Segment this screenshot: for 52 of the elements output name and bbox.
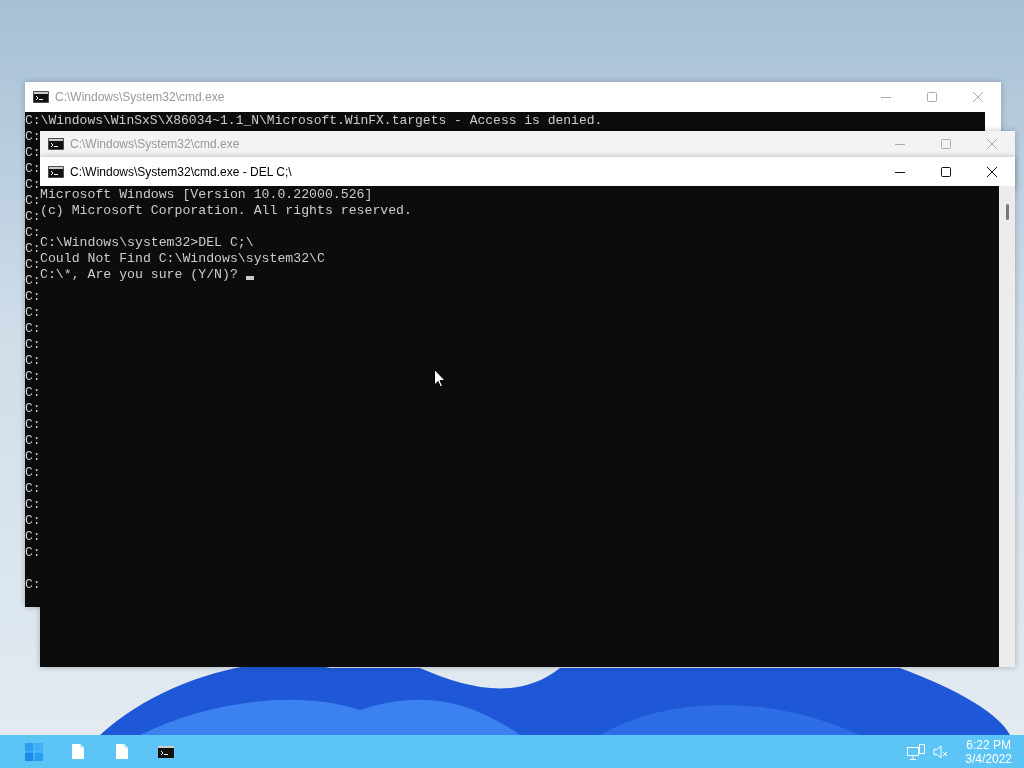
console-line: C:	[25, 129, 41, 144]
console-line: C:\Windows\system32>DEL C;\	[40, 235, 254, 250]
console-line: C:	[25, 465, 41, 480]
window-title: C:\Windows\System32\cmd.exe	[70, 136, 240, 153]
muted-speaker-icon[interactable]	[933, 743, 950, 760]
console-line: C:	[25, 177, 41, 192]
console-line: C:	[25, 433, 41, 448]
console-line: C:	[25, 257, 41, 272]
console-line: C:	[25, 529, 41, 544]
console-line: C:	[25, 241, 41, 256]
console-line: C:	[25, 337, 41, 352]
console-line: C:	[25, 321, 41, 336]
maximize-icon	[941, 139, 951, 149]
console-line: C:	[25, 513, 41, 528]
console-icon	[48, 165, 64, 178]
console-line: Could Not Find C:\Windows\system32\C	[40, 251, 325, 266]
console-line: C:	[25, 305, 41, 320]
clock-time[interactable]: 6:22 PM	[965, 737, 1012, 752]
console-line: C:	[25, 209, 41, 224]
console-line: C:	[25, 161, 41, 176]
console-line: C:	[25, 449, 41, 464]
console-line: C:	[25, 289, 41, 304]
maximize-icon	[941, 166, 951, 177]
window-title: C:\Windows\System32\cmd.exe - DEL C;\	[70, 163, 292, 181]
console-line: C:\Windows\WinSxS\X86034~1.1_N\Microsoft.WinFX.targets - Access is denied.	[25, 113, 603, 128]
console-line: C:	[25, 497, 41, 512]
window-title: C:\Windows\System32\cmd.exe	[55, 89, 225, 106]
console-icon	[48, 138, 64, 150]
close-icon	[987, 139, 997, 149]
console-line: C:	[25, 401, 41, 416]
console-line: C:\*, Are you sure (Y/N)?	[40, 267, 239, 282]
console-line: C:	[25, 417, 41, 432]
scrollbar[interactable]	[999, 186, 1015, 667]
close-icon	[973, 92, 983, 102]
console-line: C:	[25, 369, 41, 384]
console-line: (c) Microsoft Corporation. All rights reserved.	[40, 203, 412, 218]
network-icon[interactable]	[907, 743, 926, 760]
console-line: C:	[25, 193, 41, 208]
console-icon	[33, 91, 49, 103]
console-line: C:	[25, 353, 41, 368]
console-line: Microsoft Windows [Version 10.0.22000.526]	[40, 187, 373, 202]
maximize-icon	[927, 92, 937, 102]
console-line: C:	[25, 545, 41, 560]
console-line: C:	[25, 577, 41, 592]
console-line: C:	[25, 273, 41, 288]
console-line: C:	[25, 481, 41, 496]
console-line: C:	[25, 385, 41, 400]
close-icon	[987, 166, 997, 177]
console-line: C:	[25, 145, 41, 160]
mouse-pointer-icon	[434, 369, 446, 388]
console-line: C:	[25, 225, 41, 240]
clock-date[interactable]: 3/4/2022	[965, 751, 1012, 766]
